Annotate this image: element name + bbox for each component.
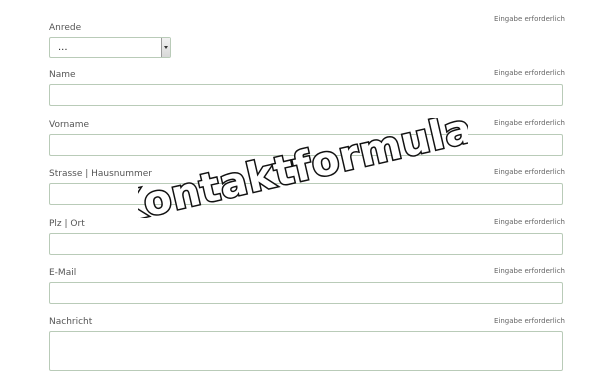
field-label-nachricht: Nachricht: [49, 317, 93, 327]
plz-ort-input[interactable]: [49, 233, 563, 255]
strasse-input[interactable]: [49, 183, 563, 205]
chevron-down-icon[interactable]: [161, 38, 170, 57]
email-input[interactable]: [49, 282, 563, 304]
name-input[interactable]: [49, 84, 563, 106]
field-label-strasse: Strasse | Hausnummer: [49, 169, 152, 179]
required-hint-nachricht: Eingabe erforderlich: [493, 317, 565, 325]
anrede-select-value: ...: [58, 42, 68, 53]
field-label-plz-ort: Plz | Ort: [49, 219, 85, 229]
field-label-name: Name: [49, 70, 76, 80]
required-hint-strasse: Eingabe erforderlich: [493, 168, 565, 176]
nachricht-textarea[interactable]: [49, 331, 563, 371]
field-label-vorname: Vorname: [49, 120, 90, 130]
field-label-email: E-Mail: [49, 268, 77, 278]
field-label-anrede: Anrede: [49, 23, 82, 33]
anrede-select[interactable]: ...: [49, 37, 171, 58]
vorname-input[interactable]: [49, 134, 563, 156]
required-hint-anrede: Eingabe erforderlich: [493, 15, 565, 23]
required-hint-email: Eingabe erforderlich: [493, 267, 565, 275]
required-hint-plz-ort: Eingabe erforderlich: [493, 218, 565, 226]
required-hint-vorname: Eingabe erforderlich: [493, 119, 565, 127]
required-hint-name: Eingabe erforderlich: [493, 69, 565, 77]
